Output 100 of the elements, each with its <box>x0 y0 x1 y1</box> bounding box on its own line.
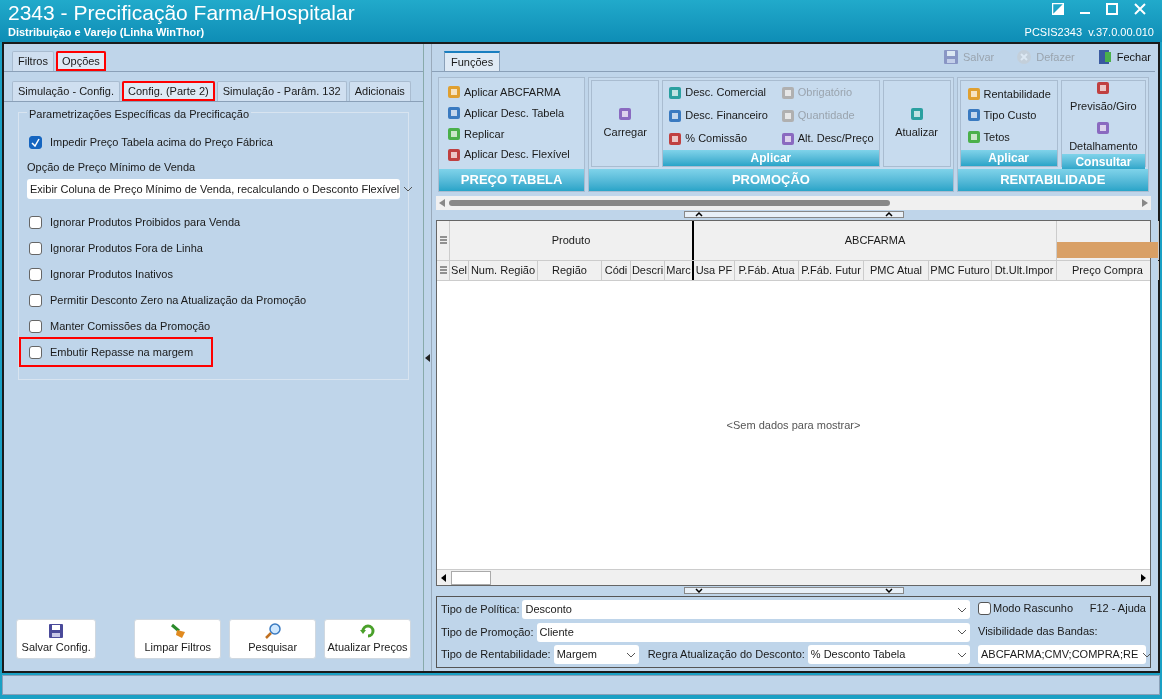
tab[interactable]: Simulação - Config. <box>12 81 120 101</box>
checkbox[interactable] <box>29 135 42 149</box>
checkbox-label: Impedir Preço Tabela acima do Preço Fábrica <box>50 134 273 150</box>
maximize-icon <box>1106 3 1118 15</box>
checkbox[interactable] <box>29 241 42 255</box>
ribbon-button[interactable]: Desc. Comercial <box>668 84 766 101</box>
column-header[interactable]: PMC Futuro <box>929 261 992 280</box>
splitter-handle[interactable] <box>683 587 904 594</box>
refresh-icon <box>359 622 376 639</box>
toolbar-button[interactable]: Atualizar Preços <box>324 619 411 659</box>
dropdown[interactable]: Cliente <box>536 622 970 642</box>
check-icon <box>31 137 40 147</box>
restore-icon <box>1052 3 1064 15</box>
group-label: Aplicar <box>663 150 879 166</box>
column-header[interactable]: PMC Atual <box>864 261 929 280</box>
ribbon-button[interactable]: Detalhamento <box>1069 120 1138 154</box>
chevron-down-icon <box>403 186 414 192</box>
scrollbar[interactable] <box>437 569 1150 585</box>
column-header[interactable]: Marc <box>665 261 694 280</box>
tab[interactable]: Config. (Parte 2) <box>122 81 215 101</box>
ribbon-button[interactable]: Tipo Custo <box>966 107 1037 124</box>
checkbox-label: Manter Comissões da Promoção <box>50 318 211 334</box>
toolbar-button[interactable]: Limpar Filtros <box>134 619 222 659</box>
column-header[interactable]: P.Fáb. Futur <box>799 261 864 280</box>
checkbox-label: Modo Rascunho <box>993 601 1074 616</box>
checkbox[interactable] <box>29 345 42 359</box>
scroll-right-icon <box>1142 199 1148 207</box>
column-header[interactable]: Região <box>538 261 602 280</box>
checkbox[interactable] <box>29 319 42 333</box>
close-icon <box>1134 3 1146 15</box>
ribbon-button[interactable]: Aplicar ABCFARMA <box>447 84 561 101</box>
ribbon-button[interactable]: Carregar <box>603 106 647 141</box>
splitter-handle[interactable] <box>683 211 904 218</box>
floppy-icon <box>943 49 960 65</box>
dropdown[interactable]: Desconto <box>522 600 970 619</box>
checkbox[interactable] <box>29 215 42 229</box>
ribbon-button[interactable]: Atualizar <box>895 106 938 141</box>
ribbon-button[interactable]: Aplicar Desc. Flexível <box>447 146 570 163</box>
dropdown[interactable]: % Desconto Tabela <box>807 645 970 664</box>
group-label: Consultar <box>1061 154 1145 170</box>
group-label: PREÇO TABELA <box>439 169 585 191</box>
checkbox-label: Permitir Desconto Zero na Atualização da Promoção <box>50 292 307 308</box>
chevron-down-icon <box>957 651 967 658</box>
field-label: Visibilidade das Bandas: <box>978 623 1099 639</box>
field-label: Tipo de Política: <box>441 602 520 618</box>
column-header[interactable]: Preço Compra <box>1057 261 1159 280</box>
column-header[interactable]: Num. Região <box>469 261 538 280</box>
scrollbar[interactable] <box>436 196 1151 210</box>
chevron-down-icon <box>694 588 703 593</box>
column-header[interactable]: Sel <box>450 261 469 280</box>
ribbon-button[interactable]: Desc. Financeiro <box>668 107 768 124</box>
toolbar-button[interactable]: Pesquisar <box>229 619 317 659</box>
version-label: PCSIS2343 v.37.0.00.010 <box>1024 24 1154 40</box>
field-label: Opção de Preço Mínimo de Venda <box>27 159 197 175</box>
dropdown[interactable]: Margem <box>553 645 639 664</box>
window-title: 2343 - Precificação Farma/Hospitalar <box>8 0 355 26</box>
ribbon-button[interactable]: % Comissão <box>668 130 748 147</box>
help-hint: F12 - Ajuda <box>1089 601 1146 616</box>
checkbox-label: Ignorar Produtos Fora de Linha <box>50 240 203 256</box>
group-label: PROMOÇÃO <box>589 169 953 191</box>
scrollbar-thumb[interactable] <box>451 570 491 585</box>
tab[interactable]: Filtros <box>12 51 54 71</box>
column-header[interactable]: Descri <box>631 261 665 280</box>
tab[interactable]: Opções <box>55 51 106 71</box>
column-header[interactable]: Usa PF <box>694 261 735 280</box>
ribbon-button[interactable]: Rentabilidade <box>966 85 1051 103</box>
window-subtitle: Distribuição e Varejo (Linha WinThor) <box>8 26 206 38</box>
search-icon <box>264 622 281 639</box>
tab[interactable]: Simulação - Parâm. 132 <box>216 81 347 101</box>
column-header[interactable]: Dt.Ult.Impor <box>992 261 1057 280</box>
chevron-up-icon <box>694 212 703 217</box>
column-chooser-icon <box>439 266 447 275</box>
chevron-down-icon <box>884 588 893 593</box>
checkbox[interactable] <box>29 267 42 281</box>
splitter-arrow-icon <box>425 353 430 362</box>
column-header[interactable]: Códi <box>602 261 631 280</box>
scrollbar-thumb[interactable] <box>449 200 890 206</box>
checkbox[interactable] <box>29 293 42 307</box>
group-label: Aplicar <box>960 150 1057 166</box>
toolbar-button[interactable]: Fechar <box>1096 48 1151 66</box>
ribbon-button[interactable]: Replicar <box>447 125 505 143</box>
ribbon-button[interactable]: Tetos <box>966 128 1010 146</box>
field-label: Tipo de Promoção: <box>441 624 534 640</box>
ribbon-button[interactable]: Previsão/Giro <box>1070 81 1137 115</box>
toolbar-button[interactable]: Salvar Config. <box>16 619 97 659</box>
ribbon-button[interactable]: Alt. Desc/Preço <box>780 130 874 147</box>
checkbox[interactable] <box>978 601 991 615</box>
chevron-down-icon <box>957 606 967 613</box>
minimize-icon <box>1080 12 1090 14</box>
tab[interactable]: Adicionais <box>348 81 411 101</box>
circle-x-icon <box>1016 49 1033 65</box>
field-label: Regra Atualização do Desconto: <box>647 647 805 663</box>
ribbon-button[interactable]: Aplicar Desc. Tabela <box>447 104 565 122</box>
column-header[interactable]: P.Fáb. Atua <box>735 261 799 280</box>
scroll-left-icon <box>439 199 445 207</box>
checkbox-label: Ignorar Produtos Inativos <box>50 266 173 282</box>
tab[interactable]: Funções <box>444 51 501 71</box>
chevron-down-icon <box>625 651 636 658</box>
checkbox-label: Embutir Repasse na margem <box>50 344 194 360</box>
chevron-down-icon <box>957 629 967 635</box>
